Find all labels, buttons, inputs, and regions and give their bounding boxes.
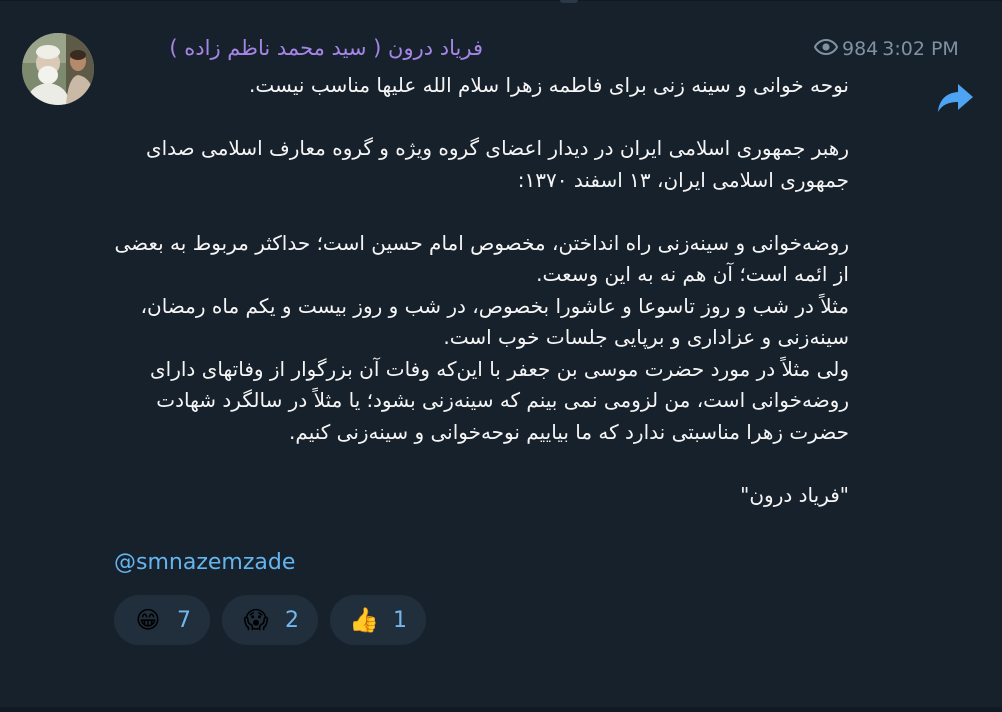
avatar[interactable] xyxy=(22,33,94,105)
reaction-screaming[interactable]: 😱 2 xyxy=(222,595,318,645)
channel-mention-link[interactable]: @smnazemzade xyxy=(114,550,295,575)
reaction-count: 2 xyxy=(285,607,299,633)
reaction-count: 1 xyxy=(393,607,407,633)
message-text: نوحه خوانی و سینه زنی برای فاطمه زهرا سل… xyxy=(114,70,849,511)
message-paragraph: رهبر جمهوری اسلامی ایران در دیدار اعضای … xyxy=(145,136,849,192)
share-button[interactable] xyxy=(936,80,976,114)
reaction-thumbs-up[interactable]: 👍 1 xyxy=(330,595,426,645)
message-time: 3:02 PM xyxy=(882,38,959,60)
message-meta: 984 3:02 PM xyxy=(813,38,994,60)
top-divider xyxy=(0,0,1002,1)
view-count: 984 xyxy=(842,38,879,60)
message-bubble: فریاد درون ( سید محمد ناظم زاده ) 984 3:… xyxy=(114,30,959,645)
message-paragraph: نوحه خوانی و سینه زنی برای فاطمه زهرا سل… xyxy=(249,73,849,97)
message-header: فریاد درون ( سید محمد ناظم زاده ) 984 3:… xyxy=(114,30,958,66)
message-signature: "فریاد درون" xyxy=(740,482,849,507)
reaction-count: 7 xyxy=(177,607,191,633)
bottom-divider xyxy=(0,707,1002,712)
share-arrow-icon xyxy=(938,84,973,112)
eye-icon xyxy=(813,38,839,60)
reactions-bar: 😁 7 😱 2 👍 1 xyxy=(114,595,426,645)
message-paragraph: روضه‌خوانی و سینه‌زنی راه انداختن، مخصوص… xyxy=(114,230,849,444)
screaming-face-icon: 😱 xyxy=(243,606,269,634)
scroll-indicator xyxy=(560,0,578,3)
reaction-grinning[interactable]: 😁 7 xyxy=(114,595,210,645)
grinning-face-icon: 😁 xyxy=(135,606,161,634)
thumbs-up-icon: 👍 xyxy=(349,606,379,634)
author-name[interactable]: فریاد درون ( سید محمد ناظم زاده ) xyxy=(169,36,483,60)
